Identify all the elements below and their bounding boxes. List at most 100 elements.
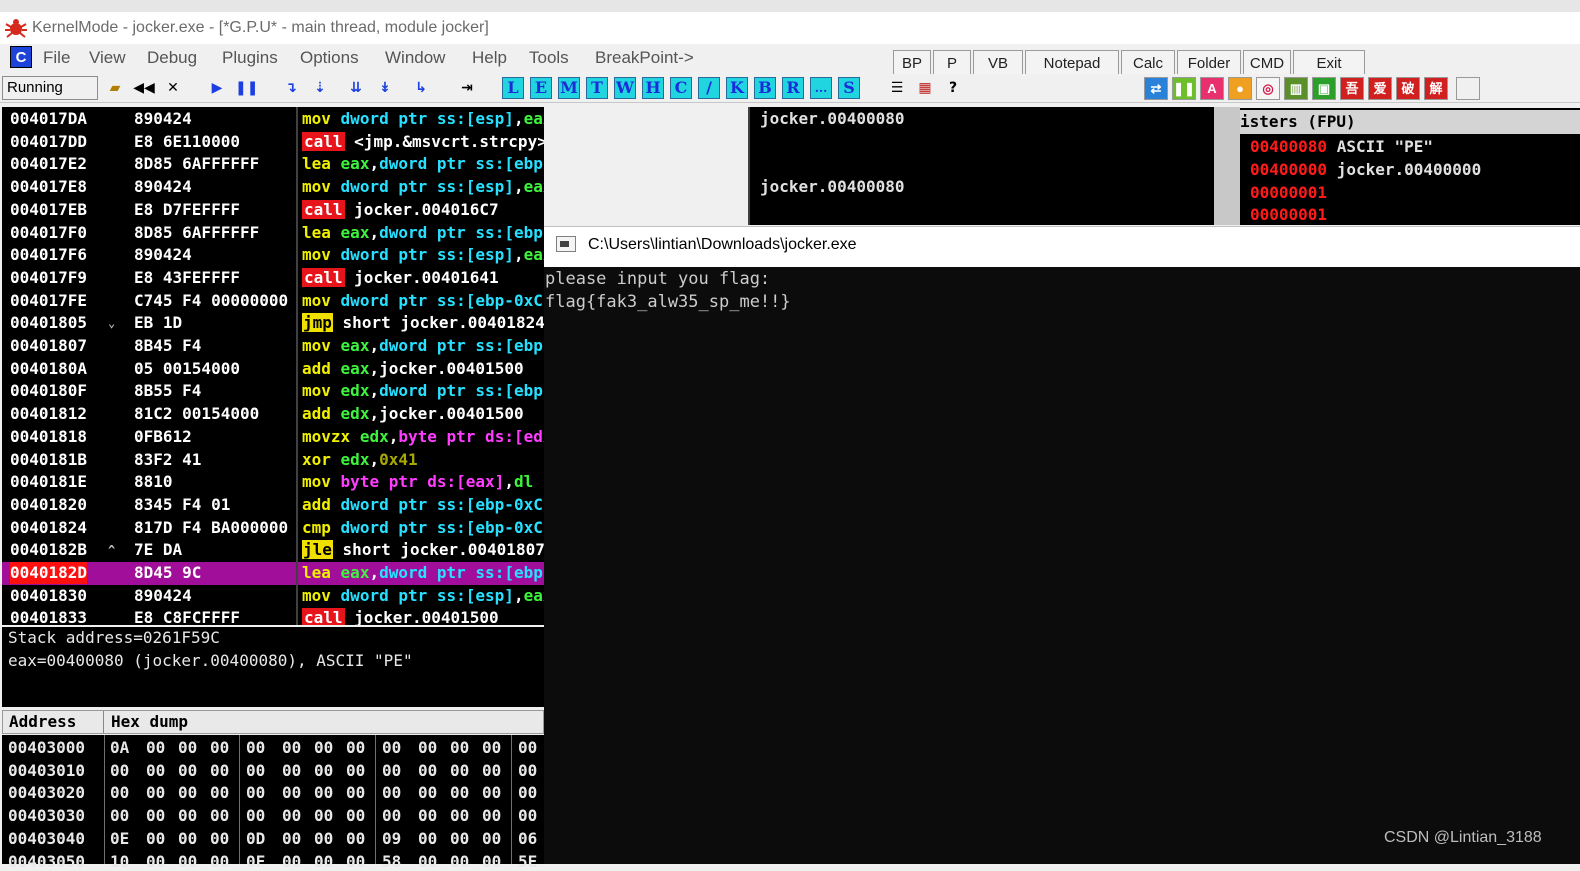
menu-plugins[interactable]: Plugins [222, 48, 278, 68]
dump-byte[interactable]: 00 [246, 738, 265, 757]
disassembly-pane[interactable]: 004017DA890424mov dword ptr ss:[esp],eax… [2, 107, 544, 625]
dump-byte[interactable]: 5E [518, 852, 537, 871]
disasm-row[interactable]: 00401830 890424 mov dword ptr ss:[esp],eax [2, 585, 544, 608]
target-icon[interactable]: ◎ [1256, 77, 1280, 100]
dump-byte[interactable]: 00 [482, 829, 501, 848]
p-button[interactable]: P [933, 50, 971, 74]
notepad-button[interactable]: Notepad [1025, 50, 1119, 74]
step-over-icon[interactable]: ⇣ [309, 77, 331, 99]
handles-button[interactable]: H [642, 77, 664, 99]
disasm-row[interactable]: 004017E2 8D85 6AFFFFFF lea eax,dword ptr s… [2, 153, 544, 176]
disasm-row[interactable]: 0040181E 8810 mov byte ptr ds:[eax],dl [2, 471, 544, 494]
dump-byte[interactable]: 00 [450, 783, 469, 802]
references-button[interactable]: R [782, 77, 804, 99]
dump-byte[interactable]: 00 [146, 783, 165, 802]
dump-byte[interactable]: 00 [210, 852, 229, 871]
menu-file[interactable]: File [43, 48, 70, 68]
menu-help[interactable]: Help [472, 48, 507, 68]
source-button[interactable]: S [838, 77, 860, 99]
dump-address[interactable]: 00403050 [8, 852, 85, 871]
disasm-row[interactable]: 004017E8 890424 mov dword ptr ss:[esp],eax [2, 176, 544, 199]
disasm-row[interactable]: 004017F6 890424 mov dword ptr ss:[esp],eax [2, 244, 544, 267]
dump-address[interactable]: 00403000 [8, 738, 85, 757]
dump-byte[interactable]: 00 [146, 852, 165, 871]
trace-into-icon[interactable]: ⇊ [345, 77, 367, 99]
disasm-row[interactable]: 004017FE C745 F4 00000000 mov dword ptr ss… [2, 290, 544, 313]
dump-byte[interactable]: 00 [346, 829, 365, 848]
disasm-row[interactable]: 0040182D 8D45 9C lea eax,dword ptr ss:[ebp… [2, 562, 544, 585]
dump-byte[interactable]: 0D [246, 829, 265, 848]
call-stack-button[interactable]: K [726, 77, 748, 99]
dump-byte[interactable]: 00 [146, 806, 165, 825]
dump-address[interactable]: 00403010 [8, 761, 85, 780]
dump-byte[interactable]: 00 [518, 761, 537, 780]
dump-byte[interactable]: 00 [418, 829, 437, 848]
dump-byte[interactable]: 00 [518, 738, 537, 757]
dump-byte[interactable]: 00 [314, 783, 333, 802]
bp-button[interactable]: BP [893, 50, 931, 74]
windows-button[interactable]: W [614, 77, 636, 99]
dump-byte[interactable]: 00 [450, 761, 469, 780]
dump-byte[interactable]: 06 [518, 829, 537, 848]
dump-byte[interactable]: 00 [178, 806, 197, 825]
threads-button[interactable]: T [586, 77, 608, 99]
disasm-row[interactable]: 004017EB E8 D7FEFFFF call jocker.004016C7 [2, 199, 544, 222]
help-icon[interactable]: ? [942, 77, 964, 99]
execute-till-return-icon[interactable]: ↳ [410, 77, 432, 99]
dump-byte[interactable]: 00 [482, 783, 501, 802]
rewind-icon[interactable]: ◀◀ [133, 77, 155, 99]
dump-byte[interactable]: 00 [518, 806, 537, 825]
monitor-icon[interactable]: ▣ [1312, 77, 1336, 100]
exit-button[interactable]: Exit [1293, 50, 1365, 74]
menu-window[interactable]: Window [385, 48, 445, 68]
log-window-button[interactable]: L [502, 77, 524, 99]
dump-byte[interactable]: 00 [314, 738, 333, 757]
dump-byte[interactable]: 10 [110, 852, 129, 871]
dump-byte[interactable]: 00 [418, 761, 437, 780]
dump-byte[interactable]: 00 [210, 829, 229, 848]
dump-byte[interactable]: 00 [314, 852, 333, 871]
menu-debug[interactable]: Debug [147, 48, 197, 68]
breakpoints-button[interactable]: B [754, 77, 776, 99]
dump-byte[interactable]: 00 [178, 852, 197, 871]
menu-breakpoint[interactable]: BreakPoint-> [595, 48, 694, 68]
dump-byte[interactable]: 00 [346, 783, 365, 802]
c-logo-icon[interactable]: C [10, 46, 32, 68]
disasm-row[interactable]: 004017F9 E8 43FEFFFF call jocker.00401641 [2, 267, 544, 290]
dump-byte[interactable]: 00 [282, 806, 301, 825]
dump-byte[interactable]: 00 [382, 783, 401, 802]
cmd-button[interactable]: CMD [1243, 50, 1291, 74]
dump-byte[interactable]: 58 [382, 852, 401, 871]
dump-byte[interactable]: 00 [450, 829, 469, 848]
menu-view[interactable]: View [89, 48, 126, 68]
dump-byte[interactable]: 00 [246, 761, 265, 780]
dump-byte[interactable]: 00 [210, 738, 229, 757]
dump-byte[interactable]: 00 [450, 738, 469, 757]
vb-button[interactable]: VB [973, 50, 1023, 74]
dump-byte[interactable]: 00 [178, 783, 197, 802]
dump-byte[interactable]: 00 [418, 852, 437, 871]
console-window[interactable] [544, 226, 1580, 864]
dump-byte[interactable]: 00 [418, 738, 437, 757]
list-icon[interactable]: ☰ [886, 77, 908, 99]
trace-over-icon[interactable]: ↡ [374, 77, 396, 99]
calc-button[interactable]: Calc [1121, 50, 1175, 74]
menu-tools[interactable]: Tools [529, 48, 569, 68]
dump-byte[interactable]: 00 [246, 806, 265, 825]
blank-plugin-icon[interactable] [1456, 77, 1480, 100]
ai-char-icon[interactable]: 爱 [1368, 77, 1392, 100]
folder-button[interactable]: Folder [1177, 50, 1241, 74]
disasm-row[interactable]: 0040180F 8B55 F4 mov edx,dword ptr ss:[ebp… [2, 380, 544, 403]
run-icon[interactable]: ▶ [206, 77, 228, 99]
disasm-row[interactable]: 00401833 E8 C8FCFFFF call jocker.00401500 [2, 607, 544, 625]
dump-byte[interactable]: 00 [178, 829, 197, 848]
dump-address[interactable]: 00403020 [8, 783, 85, 802]
go-to-icon[interactable]: ⇥ [456, 77, 478, 99]
disasm-row[interactable]: 004017F0 8D85 6AFFFFFF lea eax,dword ptr s… [2, 222, 544, 245]
disasm-row[interactable]: 00401805 ⌄ EB 1D jmp short jocker.00401824 [2, 312, 544, 335]
dump-byte[interactable]: 00 [482, 852, 501, 871]
disasm-row[interactable]: 00401818 0FB612 movzx edx,byte ptr ds:[edx… [2, 426, 544, 449]
dump-byte[interactable]: 0A [110, 738, 129, 757]
dump-byte[interactable]: 00 [210, 783, 229, 802]
dump-byte[interactable]: 00 [146, 738, 165, 757]
